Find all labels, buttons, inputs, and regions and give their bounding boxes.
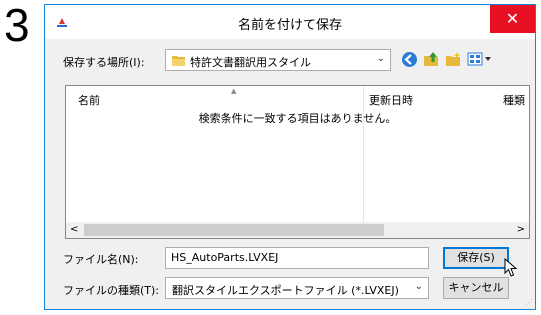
chevron-down-icon: ⌄ [414,281,423,292]
filetype-label: ファイルの種類(T): [63,284,160,297]
horizontal-scrollbar[interactable]: < > [66,222,529,238]
filetype-combo[interactable]: 翻訳スタイルエクスポートファイル (*.LVXEJ) ⌄ [165,277,429,299]
close-button[interactable]: ✕ [490,5,535,33]
view-menu-icon[interactable] [467,52,493,67]
title-bar: 名前を付けて保存 ✕ [45,5,535,39]
up-folder-icon[interactable] [423,51,440,68]
location-value: 特許文書翻訳用スタイル [190,56,311,69]
empty-message: 検索条件に一致する項目はありません。 [198,112,397,125]
location-label: 保存する場所(I): [63,56,145,69]
file-list[interactable]: 名前 ▲ 更新日時 種類 検索条件に一致する項目はありません。 < > [65,85,530,239]
scroll-left-icon[interactable]: < [70,224,78,235]
scroll-right-icon[interactable]: > [517,224,525,235]
scroll-thumb[interactable] [84,224,384,236]
location-combo[interactable]: 特許文書翻訳用スタイル ⌄ [165,49,391,71]
back-icon[interactable] [401,51,418,68]
folder-icon [172,56,185,66]
column-header-type[interactable]: 種類 [503,92,525,108]
mouse-cursor-icon [504,258,518,277]
cancel-button[interactable]: キャンセル [443,277,509,299]
resize-grip-icon[interactable]: ⋰ [525,298,533,307]
dialog-title: 名前を付けて保存 [237,18,342,33]
new-folder-icon[interactable] [445,51,462,68]
filetype-value: 翻訳スタイルエクスポートファイル (*.LVXEJ) [172,284,399,297]
chevron-down-icon: ⌄ [376,53,385,64]
column-header-date[interactable]: 更新日時 [369,92,413,108]
column-header-name[interactable]: 名前 [78,92,100,108]
column-separator [363,86,364,222]
filename-label: ファイル名(N): [63,253,139,266]
filename-input[interactable]: HS_AutoParts.LVXEJ [165,247,429,269]
step-number: 3 [4,0,30,51]
sort-arrow-icon: ▲ [231,87,237,95]
save-as-dialog: 名前を付けて保存 ✕ 保存する場所(I): 特許文書翻訳用スタイル ⌄ 名前 ▲… [44,4,536,310]
save-button[interactable]: 保存(S) [443,247,509,269]
